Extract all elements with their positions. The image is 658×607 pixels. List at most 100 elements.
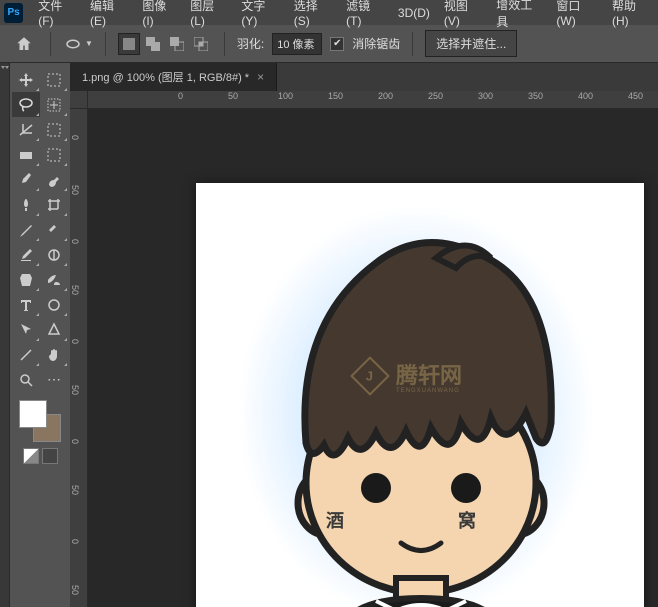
tools-panel: ⋯: [10, 63, 70, 607]
clone-stamp-tool[interactable]: [12, 217, 40, 242]
path-selection-tool[interactable]: [12, 317, 40, 342]
ruler-tick: 400: [578, 91, 593, 101]
face-text-right: 窝: [458, 507, 476, 533]
ruler-tick: 50: [70, 285, 80, 295]
brush-tool-2[interactable]: [12, 242, 40, 267]
separator: [50, 32, 51, 56]
screen-mode-button[interactable]: [42, 448, 58, 464]
document-tab[interactable]: 1.png @ 100% (图层 1, RGB/8#) * ×: [70, 63, 277, 91]
brush-tool[interactable]: [12, 192, 40, 217]
spot-healing-tool[interactable]: [40, 167, 68, 192]
ruler-tick: 350: [528, 91, 543, 101]
menu-3d[interactable]: 3D(D): [391, 2, 437, 24]
line-tool[interactable]: [12, 342, 40, 367]
quick-mask-button[interactable]: [23, 448, 39, 464]
ruler-tick: 0: [70, 239, 80, 244]
menu-filter[interactable]: 滤镜(T): [339, 0, 391, 32]
ruler-tick: 50: [70, 585, 80, 595]
add-selection-button[interactable]: [142, 33, 164, 55]
eyedropper-tool[interactable]: [12, 142, 40, 167]
gradient-tool[interactable]: [40, 242, 68, 267]
workspace: ⋯ 1.png @ 100% (图层 1, RGB/8#) * × 0 50 1…: [0, 63, 658, 607]
object-selection-tool[interactable]: [40, 92, 68, 117]
menu-edit[interactable]: 编辑(E): [83, 0, 135, 32]
menu-image[interactable]: 图像(I): [135, 0, 183, 32]
document-tabbar: 1.png @ 100% (图层 1, RGB/8#) * ×: [70, 63, 658, 91]
ruler-origin[interactable]: [70, 91, 88, 109]
menu-help[interactable]: 帮助(H): [605, 0, 658, 32]
antialias-label: 消除锯齿: [352, 35, 400, 52]
pen-tool[interactable]: [40, 317, 68, 342]
perspective-crop-tool[interactable]: [40, 192, 68, 217]
canvas-area: 1.png @ 100% (图层 1, RGB/8#) * × 0 50 100…: [70, 63, 658, 607]
select-and-mask-button[interactable]: 选择并遮住...: [425, 30, 517, 57]
home-button[interactable]: [10, 30, 38, 58]
ruler-tick: 50: [228, 91, 238, 101]
ruler-tick: 450: [628, 91, 643, 101]
ruler-tick: 50: [70, 485, 80, 495]
slice-tool[interactable]: [40, 142, 68, 167]
feather-input[interactable]: [272, 33, 322, 55]
subtract-selection-button[interactable]: [166, 33, 188, 55]
ruler-tick: 50: [70, 385, 80, 395]
crop-tool[interactable]: [12, 117, 40, 142]
watermark-text: 腾轩网: [396, 358, 462, 390]
ruler-tick: 300: [478, 91, 493, 101]
eyedropper-tool-2[interactable]: [12, 167, 40, 192]
ruler-tick: 0: [70, 439, 80, 444]
lasso-tool[interactable]: [12, 92, 40, 117]
image-canvas[interactable]: J 腾轩网 TENGXUANWANG 酒 窝: [196, 183, 644, 607]
ruler-vertical[interactable]: 0 50 0 50 0 50 0 50 0 50: [70, 109, 88, 607]
dodge-tool[interactable]: [40, 292, 68, 317]
new-selection-button[interactable]: [118, 33, 140, 55]
menu-file[interactable]: 文件(F): [31, 0, 83, 32]
separator: [224, 32, 225, 56]
blur-tool[interactable]: [40, 267, 68, 292]
menu-window[interactable]: 窗口(W): [549, 0, 605, 32]
move-tool[interactable]: [12, 67, 40, 92]
menu-bar: Ps 文件(F) 编辑(E) 图像(I) 图层(L) 文字(Y) 选择(S) 滤…: [0, 0, 658, 25]
watermark-icon: J: [350, 356, 390, 396]
antialias-checkbox[interactable]: ✔: [330, 37, 344, 51]
menu-select[interactable]: 选择(S): [287, 0, 339, 32]
watermark-icon-text: J: [366, 368, 373, 383]
character-illustration: [256, 223, 586, 607]
feather-label: 羽化:: [237, 35, 264, 52]
intersect-selection-button[interactable]: [190, 33, 212, 55]
menu-view[interactable]: 视图(V): [437, 0, 489, 32]
app-logo: Ps: [4, 3, 23, 23]
ruler-tick: 0: [178, 91, 183, 101]
type-tool[interactable]: [12, 292, 40, 317]
watermark: J 腾轩网 TENGXUANWANG: [356, 358, 462, 394]
zoom-tool[interactable]: [12, 367, 40, 392]
eraser-tool[interactable]: [12, 267, 40, 292]
color-swatches[interactable]: [19, 400, 61, 442]
ruler-tick: 0: [70, 135, 80, 140]
document-tab-title: 1.png @ 100% (图层 1, RGB/8#) *: [82, 69, 249, 85]
menu-type[interactable]: 文字(Y): [234, 0, 286, 32]
separator: [105, 32, 106, 56]
quick-mask-group: [23, 448, 58, 464]
ruler-tick: 200: [378, 91, 393, 101]
hand-tool[interactable]: [40, 342, 68, 367]
ruler-tick: 150: [328, 91, 343, 101]
frame-tool[interactable]: [40, 117, 68, 142]
panel-collapse-strip[interactable]: [0, 63, 10, 607]
edit-toolbar-button[interactable]: ⋯: [40, 367, 68, 392]
menu-layer[interactable]: 图层(L): [183, 0, 234, 32]
ruler-tick: 250: [428, 91, 443, 101]
ruler-tick: 0: [70, 539, 80, 544]
history-brush-tool[interactable]: [40, 217, 68, 242]
watermark-subtext: TENGXUANWANG: [396, 388, 462, 394]
face-text-left: 酒: [326, 507, 344, 533]
artboard-tool[interactable]: [40, 67, 68, 92]
separator: [412, 32, 413, 56]
selection-mode-group: [118, 33, 212, 55]
tool-preset-picker[interactable]: ▼: [63, 35, 93, 53]
close-tab-button[interactable]: ×: [257, 70, 264, 84]
foreground-color-swatch[interactable]: [19, 400, 47, 428]
ruler-horizontal[interactable]: 0 50 100 150 200 250 300 350 400 450: [88, 91, 658, 109]
canvas-background[interactable]: J 腾轩网 TENGXUANWANG 酒 窝: [88, 109, 658, 607]
ruler-tick: 50: [70, 185, 80, 195]
menu-plugins[interactable]: 增效工具: [489, 0, 549, 34]
